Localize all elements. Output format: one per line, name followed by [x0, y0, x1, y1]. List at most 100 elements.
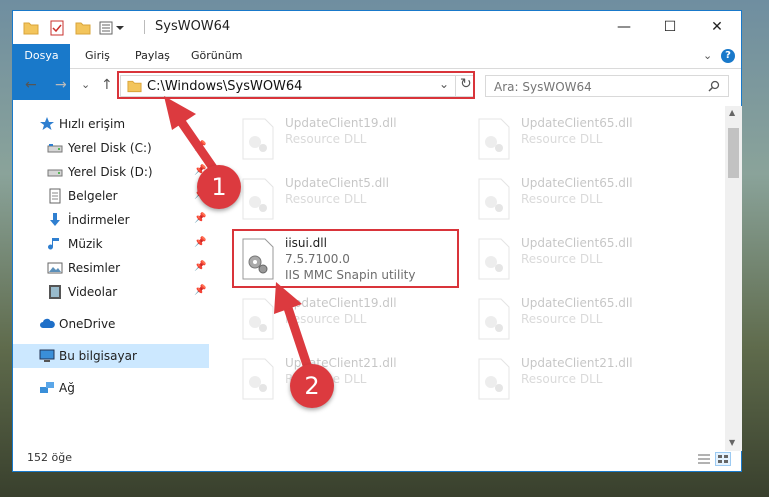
sidebar-item-label: Bu bilgisayar — [59, 349, 137, 363]
sidebar-item-videos[interactable]: Videolar 📌 — [13, 280, 209, 304]
help-icon[interactable]: ? — [721, 49, 735, 63]
arrow-2-icon — [274, 282, 313, 373]
pin-icon: 📌 — [194, 261, 207, 272]
sidebar-item-network[interactable]: Ağ — [13, 376, 209, 400]
tab-home[interactable]: Giriş — [85, 44, 110, 68]
file-type: Resource DLL — [521, 252, 603, 266]
file-type: Resource DLL — [521, 132, 603, 146]
music-icon — [48, 238, 59, 250]
file-name: iisui.dll — [285, 236, 327, 250]
file-name: UpdateClient65.dll — [521, 176, 633, 190]
sidebar-item-label: İndirmeler — [68, 213, 130, 227]
dll-file-icon — [478, 118, 510, 160]
file-item[interactable]: UpdateClient21.dll Resource DLL — [471, 352, 691, 408]
search-box[interactable] — [485, 75, 729, 97]
sidebar-item-label: Videolar — [68, 285, 118, 299]
file-name: UpdateClient65.dll — [521, 116, 633, 130]
large-icons-view-icon[interactable] — [715, 452, 731, 466]
documents-icon — [49, 188, 61, 204]
pictures-icon — [47, 262, 63, 274]
window-title: SysWOW64 — [155, 19, 231, 34]
file-name: UpdateClient19.dll — [285, 116, 397, 130]
maximize-button[interactable]: ☐ — [647, 11, 693, 43]
star-icon — [40, 117, 54, 130]
sidebar-item-music[interactable]: Müzik 📌 — [13, 232, 209, 256]
new-folder-icon[interactable] — [75, 19, 91, 37]
file-type: Resource DLL — [521, 192, 603, 206]
dll-file-icon — [478, 178, 510, 220]
file-item[interactable]: UpdateClient65.dll Resource DLL — [471, 112, 691, 168]
sidebar-item-label: Belgeler — [68, 189, 118, 203]
step-1-badge: 1 — [197, 165, 241, 209]
file-item[interactable]: UpdateClient65.dll Resource DLL — [471, 232, 691, 288]
file-type: Resource DLL — [285, 192, 367, 206]
sidebar-item-label: Ağ — [59, 381, 75, 395]
refresh-button[interactable]: ↻ — [455, 76, 472, 96]
forward-button[interactable]: → — [55, 77, 67, 93]
folder-icon[interactable] — [23, 19, 39, 37]
scroll-up-arrow[interactable]: ▲ — [729, 108, 735, 117]
file-item[interactable]: UpdateClient5.dll Resource DLL — [235, 172, 455, 228]
dll-file-icon — [478, 358, 510, 400]
file-item[interactable]: UpdateClient19.dll Resource DLL — [235, 112, 455, 168]
dll-file-icon — [242, 178, 274, 220]
file-name: UpdateClient5.dll — [285, 176, 389, 190]
file-item[interactable]: UpdateClient65.dll Resource DLL — [471, 172, 691, 228]
sidebar-item-label: Yerel Disk (C:) — [68, 141, 152, 155]
ribbon-tabs: Dosya Giriş Paylaş Görünüm ⌄ ? — [13, 44, 741, 100]
tab-share[interactable]: Paylaş — [135, 44, 170, 68]
file-explorer-window: SysWOW64 — ☐ ✕ Dosya Giriş Paylaş Görünü… — [12, 10, 742, 472]
file-item[interactable]: UpdateClient65.dll Resource DLL — [471, 292, 691, 348]
folder-icon — [127, 80, 142, 93]
search-input[interactable] — [492, 78, 696, 96]
computer-icon — [39, 349, 55, 362]
scroll-thumb[interactable] — [728, 128, 739, 178]
navigation-bar: ← → ⌄ ↑ C:\Windows\SysWOW64 ⌄ ↻ — [13, 69, 741, 103]
item-count: 152 öğe — [27, 451, 72, 464]
tab-view[interactable]: Görünüm — [191, 44, 242, 68]
search-icon — [708, 80, 720, 92]
cloud-icon — [40, 318, 55, 328]
network-icon — [40, 382, 54, 393]
up-button[interactable]: ↑ — [101, 77, 113, 93]
back-button[interactable]: ← — [25, 77, 37, 93]
file-name: UpdateClient65.dll — [521, 236, 633, 250]
ribbon-expand-icon[interactable]: ⌄ — [703, 44, 712, 68]
file-type: Resource DLL — [521, 312, 603, 326]
sidebar-item-label: Resimler — [68, 261, 121, 275]
drive-icon — [47, 169, 63, 177]
sidebar-item-label: Müzik — [68, 237, 103, 251]
download-icon — [50, 213, 60, 226]
video-icon — [49, 285, 61, 299]
sidebar-item-label: Yerel Disk (D:) — [68, 165, 153, 179]
sidebar-item-onedrive[interactable]: OneDrive — [13, 312, 209, 336]
dll-file-icon — [478, 298, 510, 340]
file-name: UpdateClient65.dll — [521, 296, 633, 310]
pin-icon: 📌 — [194, 285, 207, 296]
status-bar: 152 öğe — [13, 447, 741, 471]
scroll-down-arrow[interactable]: ▼ — [729, 438, 735, 447]
properties-icon[interactable] — [49, 19, 65, 37]
sidebar-item-label: OneDrive — [59, 317, 116, 331]
minimize-button[interactable]: — — [601, 11, 647, 43]
file-type: Resource DLL — [521, 372, 603, 386]
close-button[interactable]: ✕ — [694, 11, 740, 43]
dll-file-icon — [478, 238, 510, 280]
address-dropdown-icon[interactable]: ⌄ — [439, 77, 449, 91]
file-type: Resource DLL — [285, 132, 367, 146]
file-version: 7.5.7100.0 — [285, 252, 350, 266]
title-bar: SysWOW64 — ☐ ✕ — [13, 11, 741, 44]
sidebar-item-label: Hızlı erişim — [59, 117, 126, 131]
sidebar-item-pictures[interactable]: Resimler 📌 — [13, 256, 209, 280]
recent-locations-button[interactable]: ⌄ — [81, 78, 90, 91]
sidebar-item-downloads[interactable]: İndirmeler 📌 — [13, 208, 209, 232]
drive-icon — [47, 144, 63, 153]
title-separator — [144, 20, 145, 34]
details-view-icon[interactable] — [697, 453, 711, 465]
customize-toolbar-icon[interactable] — [99, 19, 125, 37]
pin-icon: 📌 — [194, 237, 207, 248]
vertical-scrollbar[interactable]: ▲ ▼ — [725, 106, 742, 451]
dll-file-icon — [242, 238, 274, 280]
sidebar-item-this-pc[interactable]: Bu bilgisayar — [13, 344, 209, 368]
dll-file-icon — [242, 118, 274, 160]
